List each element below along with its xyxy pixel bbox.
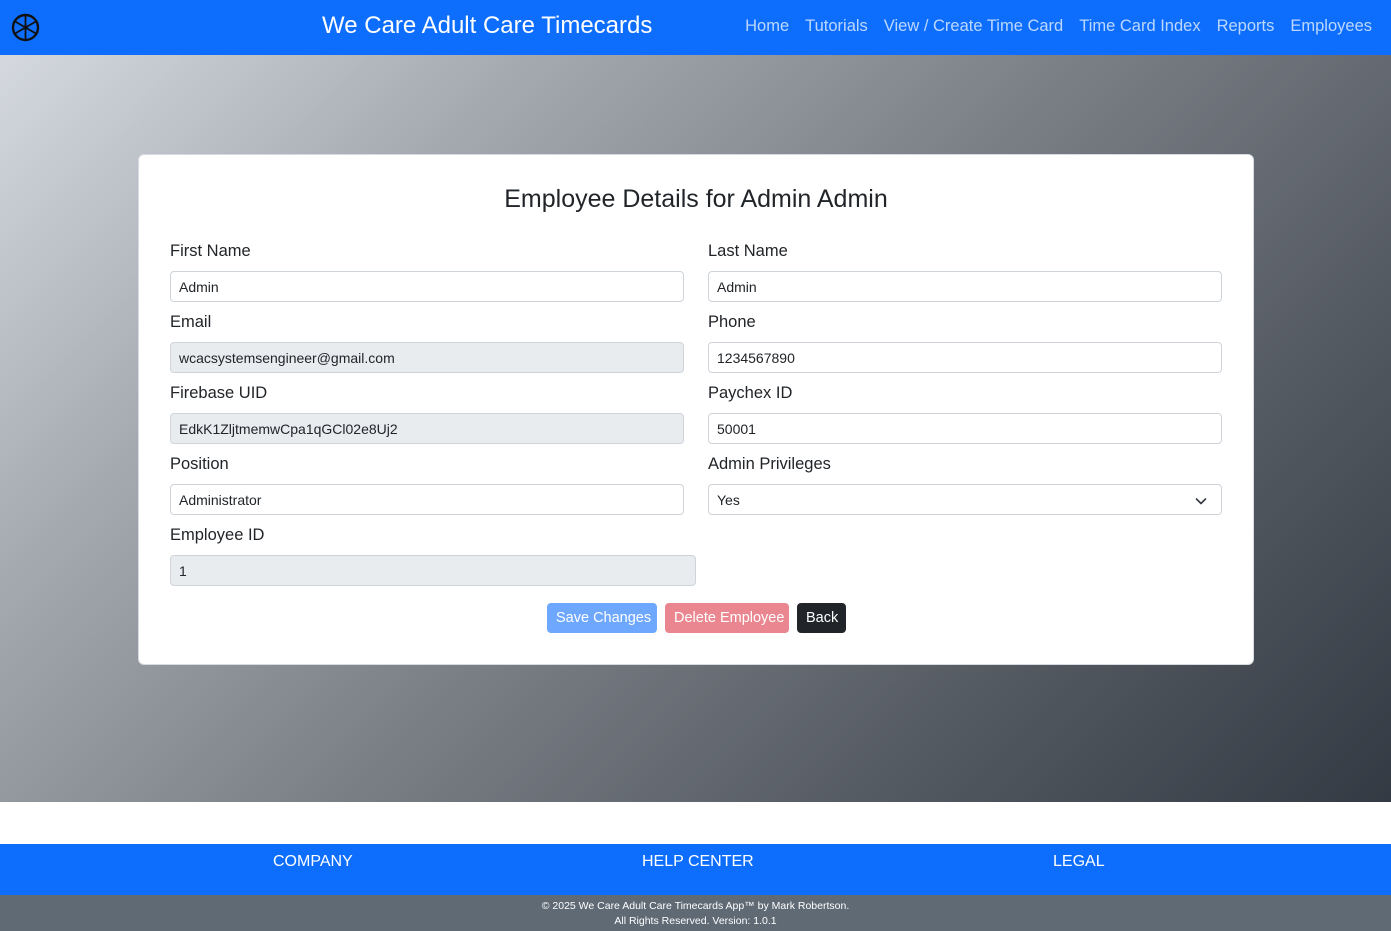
- employee-id-field: [170, 555, 696, 586]
- chevron-down-icon: [1195, 494, 1207, 506]
- footer-spacer: [0, 802, 1391, 844]
- employee-id-label: Employee ID: [170, 526, 265, 544]
- firebase-uid-label: Firebase UID: [170, 384, 268, 402]
- footer-copyright-bar: © 2025 We Care Adult Care Timecards App™…: [0, 895, 1391, 931]
- admin-privileges-label: Admin Privileges: [708, 455, 831, 473]
- nav-links: Home Tutorials View / Create Time Card T…: [745, 17, 1372, 36]
- admin-privileges-selected-value: Yes: [717, 491, 740, 508]
- phone-input[interactable]: [708, 342, 1222, 373]
- nav-link-time-card-index[interactable]: Time Card Index: [1079, 17, 1200, 36]
- page-title: Employee Details for Admin Admin: [504, 185, 888, 213]
- nav-link-home[interactable]: Home: [745, 17, 789, 36]
- copyright-text: © 2025 We Care Adult Care Timecards App™…: [541, 900, 850, 912]
- nav-link-reports[interactable]: Reports: [1217, 17, 1275, 36]
- position-label: Position: [170, 455, 229, 473]
- top-navbar: We Care Adult Care Timecards Home Tutori…: [0, 0, 1391, 55]
- first-name-input[interactable]: [170, 271, 684, 302]
- paychex-id-label: Paychex ID: [708, 384, 793, 402]
- position-input[interactable]: [170, 484, 684, 515]
- version-text: All Rights Reserved. Version: 1.0.1: [614, 915, 777, 927]
- back-button[interactable]: Back: [797, 603, 846, 633]
- footer-company-link[interactable]: COMPANY: [273, 853, 353, 871]
- email-field: [170, 342, 684, 373]
- main-content-area: Employee Details for Admin Admin First N…: [0, 55, 1391, 802]
- nav-link-employees[interactable]: Employees: [1290, 17, 1372, 36]
- footer-links-bar: COMPANY HELP CENTER LEGAL: [0, 844, 1391, 895]
- phone-label: Phone: [708, 313, 756, 331]
- delete-employee-button[interactable]: Delete Employee: [665, 603, 789, 633]
- firebase-uid-field: [170, 413, 684, 444]
- paychex-id-input[interactable]: [708, 413, 1222, 444]
- email-label: Email: [170, 313, 212, 331]
- wheel-logo-icon[interactable]: [11, 13, 40, 42]
- last-name-label: Last Name: [708, 242, 788, 260]
- nav-link-tutorials[interactable]: Tutorials: [805, 17, 868, 36]
- footer-help-center-link[interactable]: HELP CENTER: [642, 853, 754, 871]
- admin-privileges-select[interactable]: Yes: [708, 484, 1222, 515]
- first-name-label: First Name: [170, 242, 251, 260]
- employee-details-card: Employee Details for Admin Admin First N…: [138, 154, 1254, 665]
- app-brand-title[interactable]: We Care Adult Care Timecards: [322, 12, 652, 40]
- last-name-input[interactable]: [708, 271, 1222, 302]
- footer-legal-link[interactable]: LEGAL: [1053, 853, 1105, 871]
- nav-link-view-create-time-card[interactable]: View / Create Time Card: [884, 17, 1063, 36]
- save-changes-button[interactable]: Save Changes: [547, 603, 657, 633]
